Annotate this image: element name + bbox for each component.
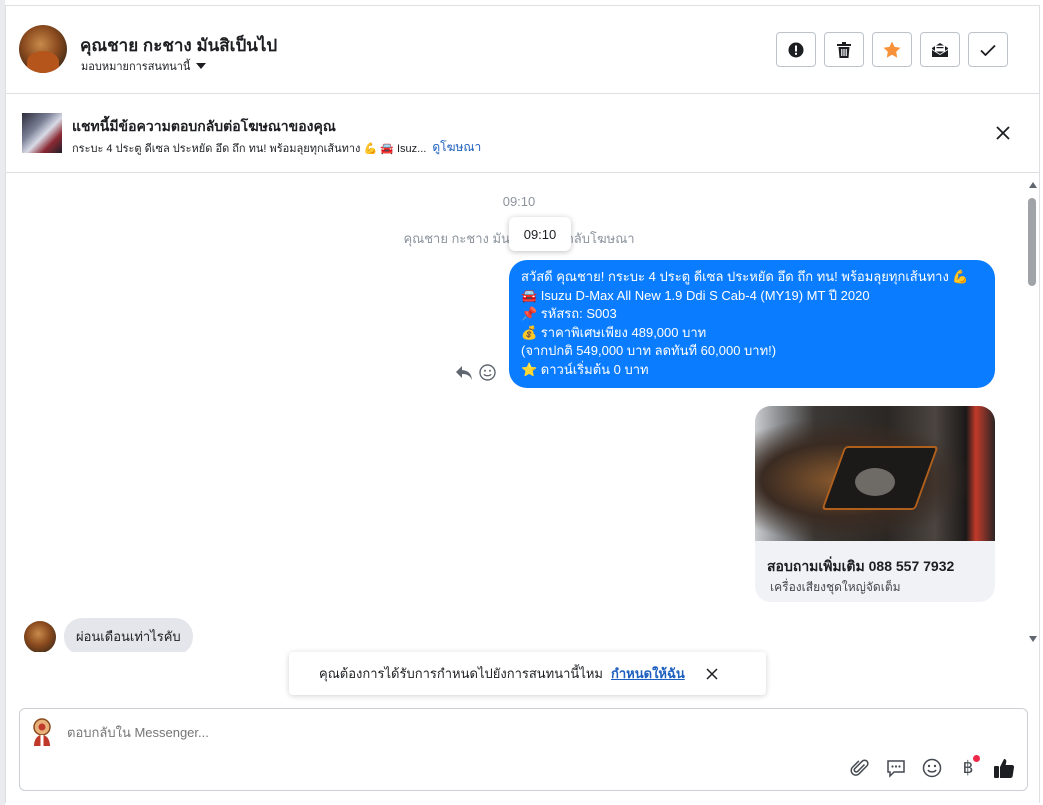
product-image[interactable]	[755, 406, 995, 541]
message-line: ⭐ ดาวน์เริ่มต้น 0 บาท	[521, 361, 649, 377]
ad-banner-subtitle: กระบะ 4 ประตู ดีเซล ประหยัด อึด ถึก ทน! …	[72, 138, 481, 157]
scroll-down-arrow[interactable]	[1029, 636, 1037, 642]
check-icon	[980, 44, 996, 56]
mark-done-button[interactable]	[968, 32, 1008, 67]
close-icon[interactable]	[705, 667, 719, 681]
message-line: 📌 รหัสรถ: S003	[521, 306, 617, 322]
scrollbar-thumb[interactable]	[1028, 198, 1036, 286]
message-thread[interactable]: 09:10 คุณชาย กะชาง มันสิเป็...ตอบกลับโฆษ…	[5, 174, 1040, 652]
assign-to-me-link[interactable]: กำหนดให้ฉัน	[611, 663, 685, 684]
message-line: สวัสดี คุณชาย! กระบะ 4 ประตู ดีเซล ประหย…	[521, 269, 969, 284]
message-composer: ฿	[19, 708, 1028, 791]
saved-reply-icon	[887, 760, 905, 778]
baht-icon: ฿	[962, 758, 974, 778]
message-actions	[455, 364, 496, 381]
like-button[interactable]	[993, 757, 1015, 779]
product-card-subtitle: เครื่องเสียงชุดใหญ่จัดเต็ม	[770, 580, 901, 594]
product-card[interactable]: สอบถามเพิ่มเติม 088 557 7932 เครื่องเสีย…	[755, 406, 995, 602]
delete-button[interactable]	[824, 32, 864, 67]
view-ad-link[interactable]: ดูโฆษณา	[432, 138, 481, 157]
react-emoji-icon[interactable]	[479, 364, 496, 381]
paperclip-icon	[850, 759, 869, 776]
mark-unread-button[interactable]	[920, 32, 960, 67]
message-timestamp: 09:10	[502, 194, 536, 209]
outgoing-message-bubble[interactable]: สวัสดี คุณชาย! กระบะ 4 ประตู ดีเซล ประหย…	[509, 260, 995, 388]
incoming-message-bubble[interactable]: ผ่อนเดือนเท่าไรคับ	[64, 618, 193, 652]
scroll-up-arrow[interactable]	[1029, 182, 1037, 188]
attach-button[interactable]	[849, 757, 871, 779]
ad-thumbnail[interactable]	[22, 113, 62, 153]
ad-preview-text: กระบะ 4 ประตู ดีเซล ประหยัด อึด ถึก ทน! …	[72, 142, 427, 155]
close-icon[interactable]	[994, 124, 1012, 142]
assign-suggestion-toast: คุณต้องการได้รับการกำหนดไปยังการสนทนานี้…	[289, 652, 766, 695]
header-actions	[776, 32, 1008, 67]
sender-avatar	[24, 620, 56, 652]
payment-button[interactable]: ฿	[957, 755, 980, 779]
page-avatar-icon	[33, 718, 51, 746]
mail-icon	[932, 42, 948, 57]
message-line: 💰 ราคาพิเศษเพียง 489,000 บาท	[521, 324, 707, 340]
message-line: (จากปกติ 549,000 บาท ลดทันที 60,000 บาท!…	[521, 343, 777, 359]
thumbs-up-icon	[994, 759, 1015, 779]
emoji-icon	[922, 758, 942, 778]
assign-label: มอบหมายการสนทนานี้	[81, 61, 191, 73]
saved-reply-button[interactable]	[885, 757, 907, 779]
time-tooltip: 09:10	[509, 217, 571, 251]
trash-icon	[837, 41, 851, 58]
caret-down-icon	[196, 63, 207, 69]
notification-dot	[973, 755, 980, 762]
assign-conversation-dropdown[interactable]: มอบหมายการสนทนานี้	[81, 57, 207, 75]
emoji-button[interactable]	[921, 757, 943, 779]
contact-avatar[interactable]	[19, 25, 67, 73]
mark-spam-button[interactable]	[776, 32, 816, 67]
composer-tools: ฿	[849, 755, 1015, 779]
product-card-title: สอบถามเพิ่มเติม 088 557 7932	[767, 558, 955, 574]
star-button[interactable]	[872, 32, 912, 67]
ad-banner-title: แชทนี้มีข้อความตอบกลับต่อโฆษณาของคุณ	[72, 118, 336, 134]
star-icon	[883, 41, 901, 58]
ad-reply-banner: แชทนี้มีข้อความตอบกลับต่อโฆษณาของคุณ กระ…	[5, 94, 1040, 173]
thread-scrollbar[interactable]	[1027, 180, 1039, 650]
message-line: 🚘 Isuzu D-Max All New 1.9 Ddi S Cab-4 (M…	[521, 287, 870, 303]
contact-name[interactable]: คุณชาย กะชาง มันสิเป็นไป	[80, 32, 277, 59]
incoming-message-row: ผ่อนเดือนเท่าไรคับ	[24, 618, 193, 652]
exclamation-icon	[788, 42, 804, 57]
reply-icon[interactable]	[455, 365, 473, 381]
reply-input[interactable]	[67, 725, 567, 740]
conversation-header: คุณชาย กะชาง มันสิเป็นไป มอบหมายการสนทนา…	[5, 5, 1040, 94]
assign-suggestion-text: คุณต้องการได้รับการกำหนดไปยังการสนทนานี้…	[319, 666, 603, 681]
